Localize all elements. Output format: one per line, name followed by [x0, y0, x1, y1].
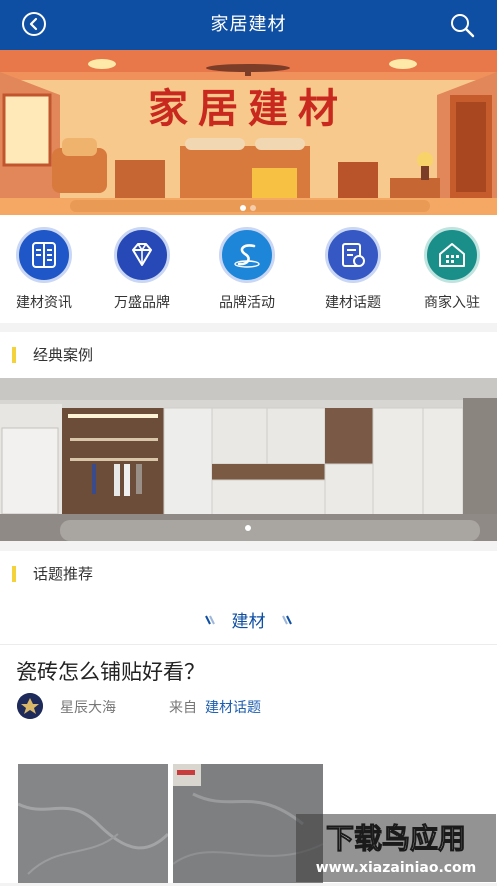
category-label: 建材资讯 [16, 295, 72, 311]
category-label: 建材话题 [325, 295, 381, 311]
avatar[interactable] [17, 693, 43, 719]
post-title[interactable]: 瓷砖怎么铺贴好看？ [16, 656, 205, 686]
topic-doc-icon [325, 227, 381, 283]
section-title: 话题推荐 [33, 565, 94, 583]
category-item-brand[interactable]: 万盛品牌 [92, 215, 192, 323]
post-image[interactable] [18, 764, 168, 883]
section-marker [12, 566, 16, 582]
category-grid: 建材资讯 万盛品牌 品牌活动 建材话题 商家入驻 [0, 215, 497, 323]
brand-s-icon [219, 227, 275, 283]
banner-carousel[interactable]: 家居建材 [0, 50, 497, 215]
top-header: 家居建材 [0, 0, 497, 50]
section-header-topics: 话题推荐 [0, 551, 497, 597]
case-image-carousel[interactable] [0, 378, 497, 541]
post-from-label: 来自 [169, 700, 197, 716]
section-header-cases: 经典案例 [0, 332, 497, 378]
topic-tag-row[interactable]: 建材 [0, 597, 497, 643]
category-item-merchant[interactable]: 商家入驻 [402, 215, 497, 323]
page-title: 家居建材 [210, 14, 287, 35]
category-label: 万盛品牌 [114, 295, 170, 311]
section-marker [12, 347, 16, 363]
watermark-logo: 下载鸟应用 www.xiazainiao.com [296, 814, 496, 882]
tag-decor-right-icon [282, 615, 292, 625]
diamond-icon [114, 227, 170, 283]
section-title: 经典案例 [33, 346, 94, 364]
watermark-url: www.xiazainiao.com [316, 860, 477, 876]
category-label: 商家入驻 [424, 295, 480, 311]
watermark-title: 下载鸟应用 [326, 822, 466, 855]
category-item-topic[interactable]: 建材话题 [303, 215, 403, 323]
post-from-link[interactable]: 建材话题 [205, 697, 261, 717]
search-icon[interactable] [449, 12, 475, 38]
post-author[interactable]: 星辰大海 [60, 697, 116, 717]
divider [0, 644, 497, 645]
banner-title: 家居建材 [148, 86, 348, 132]
category-label: 品牌活动 [219, 295, 275, 311]
category-item-activity[interactable]: 品牌活动 [197, 215, 297, 323]
news-book-icon [16, 227, 72, 283]
house-icon [424, 227, 480, 283]
topic-tag: 建材 [231, 612, 266, 632]
category-item-news[interactable]: 建材资讯 [0, 215, 94, 323]
